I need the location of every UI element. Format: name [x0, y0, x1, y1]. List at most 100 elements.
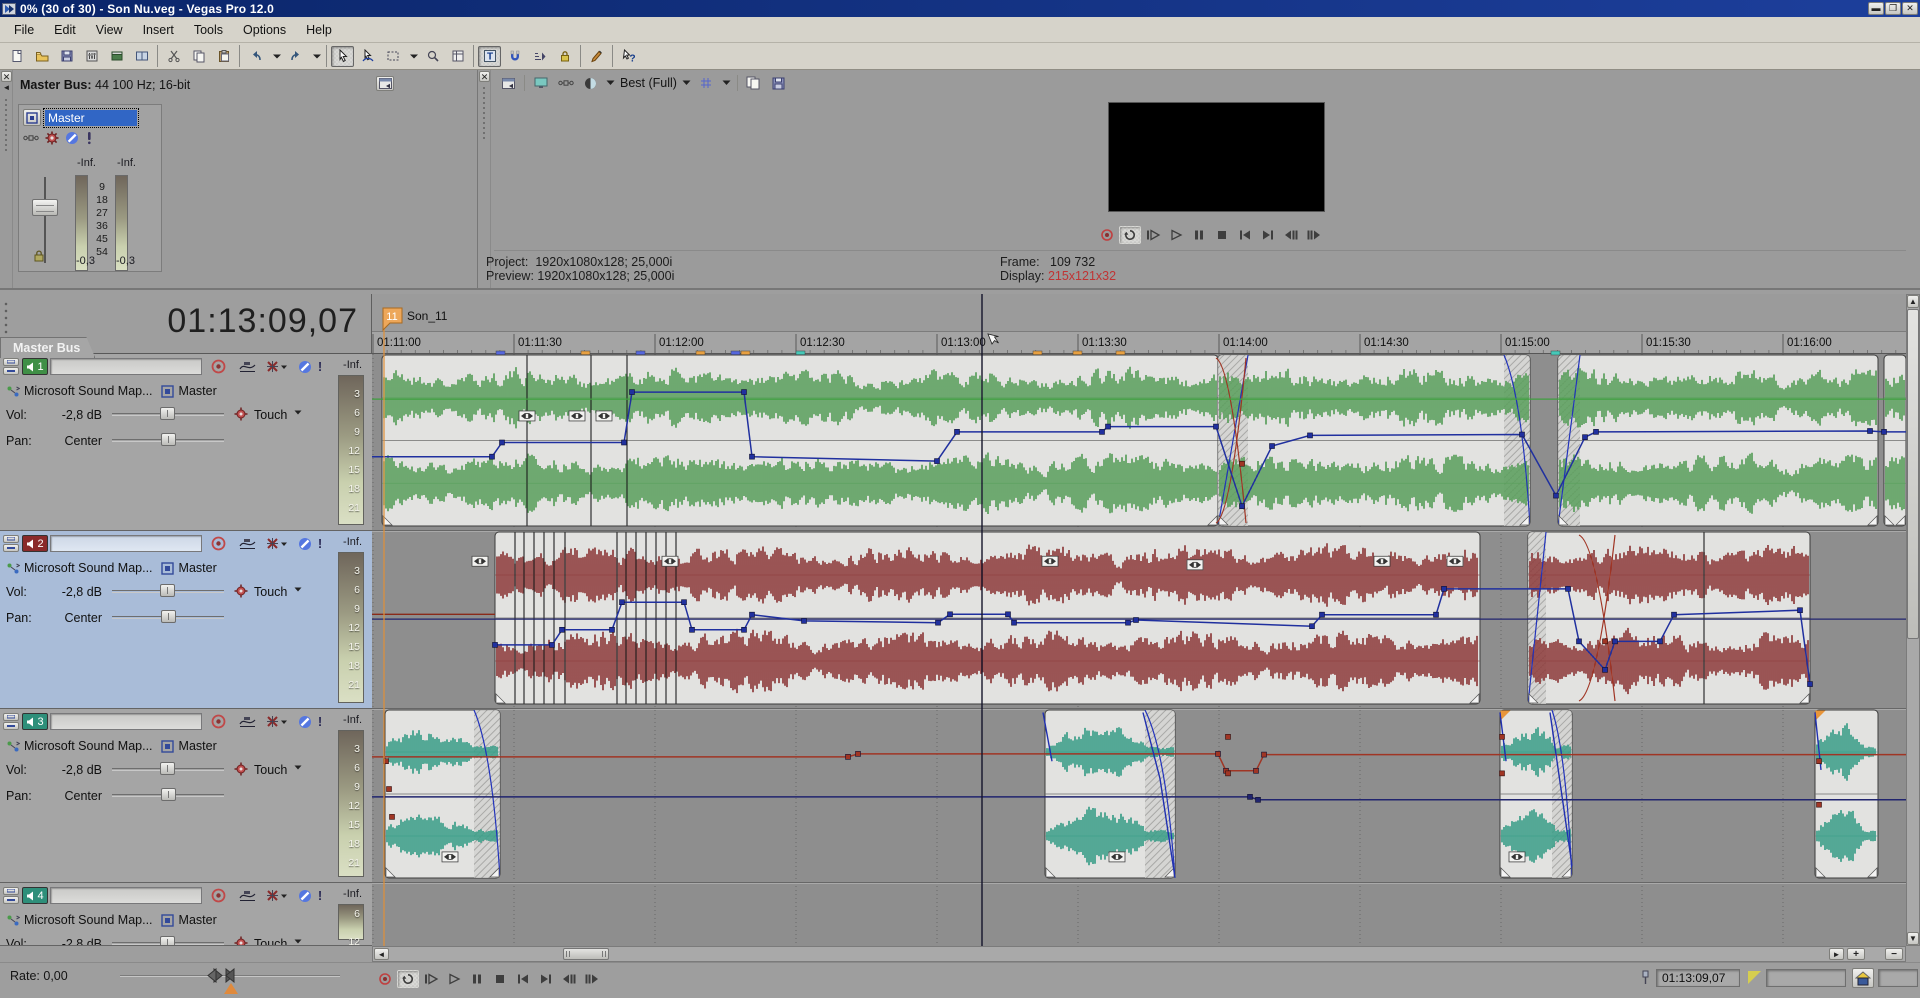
restore-track-icon[interactable]	[3, 896, 19, 904]
envelope-node[interactable]	[1672, 612, 1677, 617]
envelope-node[interactable]	[856, 751, 861, 756]
quality-dropdown[interactable]	[680, 73, 693, 94]
envelope-node[interactable]	[1320, 612, 1325, 617]
menu-help[interactable]: Help	[296, 19, 342, 41]
scrollbar-thumb[interactable]	[563, 948, 609, 960]
automation-mode-select[interactable]: Touch	[254, 408, 287, 422]
zoom-out-time-icon[interactable]: −	[1885, 948, 1903, 960]
event-stretch-icon[interactable]	[1187, 560, 1203, 570]
envelope-node[interactable]	[1500, 734, 1505, 739]
envelope-node[interactable]	[1603, 639, 1608, 644]
previous-frame-button[interactable]	[558, 970, 580, 988]
audio-event[interactable]	[1218, 355, 1530, 526]
track-automation-icon[interactable]	[236, 535, 258, 552]
envelope-node[interactable]	[1240, 461, 1245, 466]
pan-value[interactable]: Center	[52, 789, 102, 803]
envelope-node[interactable]	[1254, 768, 1259, 773]
envelope-node[interactable]	[742, 390, 747, 395]
audio-event[interactable]	[1558, 355, 1878, 526]
stop-button[interactable]	[1211, 226, 1233, 244]
envelope-node[interactable]	[560, 627, 565, 632]
preview-quality-select[interactable]: Best (Full)	[620, 76, 677, 90]
whats-this-help-icon[interactable]: ?	[617, 46, 640, 67]
bus-selector[interactable]: Master	[179, 384, 217, 398]
normal-edit-tool-icon[interactable]	[331, 46, 354, 67]
enable-snapping-icon[interactable]	[503, 46, 526, 67]
envelope-node[interactable]	[936, 620, 941, 625]
lock-fader-icon[interactable]	[33, 249, 45, 262]
event-stretch-icon[interactable]	[662, 556, 678, 566]
automation-settings-icon[interactable]	[45, 131, 59, 145]
vol-value[interactable]: -2.8 dB	[52, 937, 102, 946]
track-automation-icon[interactable]	[236, 358, 258, 375]
menu-file[interactable]: File	[4, 19, 44, 41]
track-automation-icon[interactable]	[236, 887, 258, 904]
phase-invert-icon[interactable]: !	[316, 887, 324, 904]
cut-icon[interactable]	[162, 46, 185, 67]
envelope-node[interactable]	[630, 390, 635, 395]
play-from-start-button[interactable]	[1142, 226, 1164, 244]
envelope-node[interactable]	[1554, 493, 1559, 498]
play-from-start-button[interactable]	[420, 970, 442, 988]
envelope-node[interactable]	[1868, 428, 1873, 433]
event-stretch-icon[interactable]	[1042, 556, 1058, 566]
selection-edit-tool-icon[interactable]	[381, 46, 404, 67]
envelope-node[interactable]	[1256, 797, 1261, 802]
envelope-node[interactable]	[1262, 752, 1267, 757]
bus-properties-icon[interactable]	[23, 109, 41, 126]
mute-icon[interactable]	[264, 713, 290, 730]
timeline-horizontal-scrollbar[interactable]: ◄ ► + −	[372, 946, 1906, 962]
record-arm-icon[interactable]	[208, 535, 228, 552]
restore-track-icon[interactable]	[3, 367, 19, 375]
envelope-node[interactable]	[802, 618, 807, 623]
envelope-node[interactable]	[1106, 424, 1111, 429]
phase-invert-icon[interactable]: !	[316, 713, 324, 730]
vol-slider[interactable]	[160, 762, 175, 775]
envelope-node[interactable]	[1798, 608, 1803, 613]
lock-envelopes-icon[interactable]	[553, 46, 576, 67]
track-name-input[interactable]	[50, 535, 202, 552]
envelope-node[interactable]	[1240, 504, 1245, 509]
bus-selector[interactable]: Master	[179, 561, 217, 575]
event-stretch-icon[interactable]	[1447, 556, 1463, 566]
menu-view[interactable]: View	[86, 19, 133, 41]
redo-dropdown[interactable]	[309, 46, 322, 67]
envelope-node[interactable]	[1006, 612, 1011, 617]
vol-value[interactable]: -2,8 dB	[52, 585, 102, 599]
envelope-node[interactable]	[1126, 620, 1131, 625]
record-arm-icon[interactable]	[208, 713, 228, 730]
event-stretch-icon[interactable]	[472, 556, 488, 566]
minimize-track-icon[interactable]	[3, 358, 19, 366]
zoom-edit-tool-icon[interactable]	[421, 46, 444, 67]
envelope-node[interactable]	[1520, 432, 1525, 437]
phase-invert-icon[interactable]: !	[316, 358, 324, 375]
track-vertical-scrollbar[interactable]: ▲ ▼	[1906, 294, 1920, 946]
automation-mode-dropdown[interactable]	[294, 587, 302, 593]
envelope-node[interactable]	[1434, 612, 1439, 617]
track-automation-icon[interactable]	[236, 713, 258, 730]
go-to-start-button[interactable]	[512, 970, 534, 988]
envelope-node[interactable]	[622, 440, 627, 445]
vol-automation-icon[interactable]	[232, 406, 250, 422]
envelope-edit-tool-icon[interactable]	[356, 46, 379, 67]
envelope-node[interactable]	[1658, 639, 1663, 644]
envelope-node[interactable]	[1808, 682, 1813, 687]
envelope-node[interactable]	[1566, 586, 1571, 591]
menu-edit[interactable]: Edit	[44, 19, 86, 41]
selection-edit-dropdown[interactable]	[406, 46, 419, 67]
envelope-node[interactable]	[1310, 624, 1315, 629]
vol-value[interactable]: -2,8 dB	[52, 408, 102, 422]
docked-window-icon[interactable]	[376, 76, 394, 91]
marker-bar[interactable]	[372, 294, 1906, 332]
envelope-node[interactable]	[690, 627, 695, 632]
audio-event[interactable]	[1528, 532, 1810, 704]
go-to-end-button[interactable]	[1257, 226, 1279, 244]
split-screen-view-icon[interactable]	[579, 73, 602, 94]
track-name-input[interactable]	[50, 887, 202, 904]
close-button[interactable]: ✕	[1902, 2, 1918, 15]
envelope-node[interactable]	[1012, 620, 1017, 625]
redo-icon[interactable]	[284, 46, 307, 67]
envelope-node[interactable]	[1882, 429, 1887, 434]
envelope-node[interactable]	[387, 787, 392, 792]
track-name-input[interactable]	[50, 358, 202, 375]
